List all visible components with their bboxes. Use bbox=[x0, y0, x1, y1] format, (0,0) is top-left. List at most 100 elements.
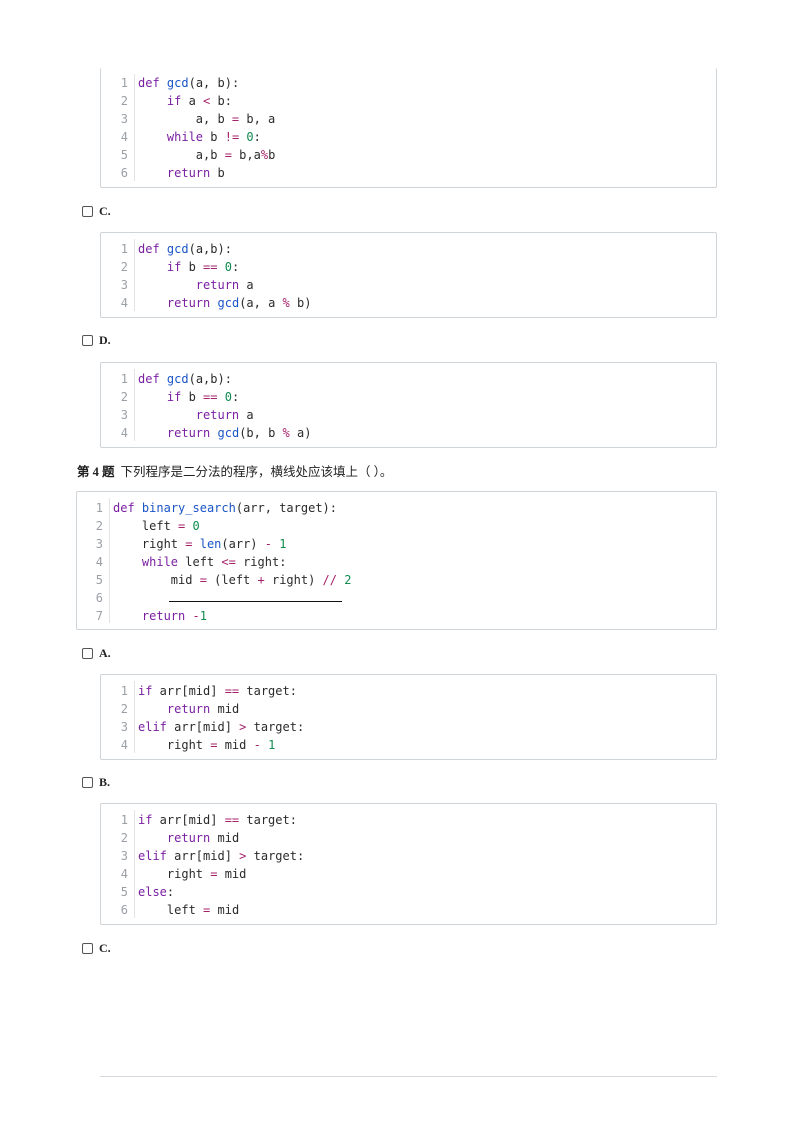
line-number: 2 bbox=[120, 94, 128, 108]
line-number: 5 bbox=[95, 573, 103, 587]
code-text: a, b = b, a bbox=[138, 112, 276, 126]
code-text: if b == 0: bbox=[166, 260, 240, 274]
option-c-gcd[interactable]: C. bbox=[82, 204, 111, 218]
code-line: 3 right = len(arr) - 1 bbox=[77, 535, 716, 553]
code-line: 1 def gcd(a, b): bbox=[101, 74, 716, 92]
page-footer-rule bbox=[100, 1076, 717, 1077]
line-number: 3 bbox=[95, 537, 103, 551]
line-number: 3 bbox=[120, 720, 128, 734]
code-text: return b bbox=[166, 166, 225, 180]
code-line: 2 left = 0 bbox=[77, 517, 716, 535]
code-text: def gcd(a,b): bbox=[138, 242, 232, 256]
line-number: 6 bbox=[95, 591, 103, 605]
option-label: C. bbox=[99, 203, 111, 218]
option-checkbox[interactable] bbox=[82, 334, 93, 346]
code-text: else: bbox=[138, 885, 175, 899]
code-text: return gcd(a, a % b) bbox=[166, 296, 312, 310]
question-text: 下列程序是二分法的程序，横线处应该填上（ ）。 bbox=[120, 465, 393, 479]
code-line: 5 else: bbox=[101, 883, 716, 901]
line-number: 3 bbox=[120, 408, 128, 422]
line-number: 6 bbox=[120, 903, 128, 917]
line-number: 4 bbox=[120, 738, 128, 752]
line-number: 1 bbox=[120, 76, 128, 90]
code-text: return a bbox=[195, 408, 254, 422]
option-label: B. bbox=[99, 774, 111, 789]
code-line: 1 if arr[mid] == target: bbox=[101, 811, 716, 829]
code-line: 2 return mid bbox=[101, 700, 716, 718]
line-number: 4 bbox=[120, 130, 128, 144]
code-line: 2 if a < b: bbox=[101, 92, 716, 110]
option-checkbox[interactable] bbox=[82, 647, 93, 659]
code-text: right = len(arr) - 1 bbox=[113, 537, 287, 551]
code-line: 1 def binary_search(arr, target): bbox=[77, 499, 716, 517]
option-a-binary-search[interactable]: A. bbox=[82, 646, 111, 660]
code-line: 4 right = mid bbox=[101, 865, 716, 883]
code-text: return a bbox=[195, 278, 254, 292]
code-block-option-c-gcd: 1 def gcd(a,b): 2 if b == 0: 3 return a4 re… bbox=[100, 232, 717, 318]
code-block-option-b-gcd: 1 def gcd(a, b): 2 if a < b: 3 a, b = b, a4… bbox=[100, 68, 717, 188]
option-c-binary-search[interactable]: C. bbox=[82, 941, 111, 955]
line-number: 2 bbox=[120, 390, 128, 404]
code-text: while b != 0: bbox=[166, 130, 261, 144]
line-number: 2 bbox=[120, 260, 128, 274]
code-line: 1 if arr[mid] == target: bbox=[101, 682, 716, 700]
option-b-binary-search[interactable]: B. bbox=[82, 775, 110, 789]
code-line: 2 return mid bbox=[101, 829, 716, 847]
code-line: 3 a, b = b, a bbox=[101, 110, 716, 128]
option-label: D. bbox=[99, 332, 111, 347]
code-line: 4 return gcd(a, a % b) bbox=[101, 294, 716, 312]
option-checkbox[interactable] bbox=[82, 776, 93, 788]
option-label: C. bbox=[99, 940, 111, 955]
code-text: mid = (left + right) // 2 bbox=[113, 573, 352, 587]
option-label: A. bbox=[99, 645, 111, 660]
code-block-question-4: 1 def binary_search(arr, target): 2 left =… bbox=[76, 491, 717, 630]
line-number: 2 bbox=[120, 831, 128, 845]
code-text: if arr[mid] == target: bbox=[138, 684, 297, 698]
code-text: left = mid bbox=[138, 903, 240, 917]
code-text: def gcd(a,b): bbox=[138, 372, 232, 386]
line-number: 1 bbox=[120, 242, 128, 256]
code-text: return mid bbox=[166, 831, 240, 845]
code-text: def binary_search(arr, target): bbox=[113, 501, 337, 515]
code-text: elif arr[mid] > target: bbox=[138, 849, 305, 863]
line-number: 4 bbox=[120, 426, 128, 440]
code-text: return -1 bbox=[141, 609, 207, 623]
code-text: return mid bbox=[166, 702, 240, 716]
option-d-gcd[interactable]: D. bbox=[82, 333, 111, 347]
code-line: 5 a,b = b,a%b bbox=[101, 146, 716, 164]
code-text: left = 0 bbox=[113, 519, 200, 533]
code-text: return gcd(b, b % a) bbox=[166, 426, 312, 440]
option-checkbox[interactable] bbox=[82, 205, 93, 217]
code-line: 5 mid = (left + right) // 2 bbox=[77, 571, 716, 589]
code-text: while left <= right: bbox=[141, 555, 287, 569]
code-line: 6 left = mid bbox=[101, 901, 716, 919]
code-line: 1 def gcd(a,b): bbox=[101, 370, 716, 388]
code-line: 2 if b == 0: bbox=[101, 388, 716, 406]
code-block-option-b-binary-search: 1 if arr[mid] == target: 2 return mid 3 elif… bbox=[100, 803, 717, 925]
code-text: def gcd(a, b): bbox=[138, 76, 240, 90]
option-checkbox[interactable] bbox=[82, 942, 93, 954]
code-text: if a < b: bbox=[166, 94, 232, 108]
code-line: 4 while b != 0: bbox=[101, 128, 716, 146]
code-text: a,b = b,a%b bbox=[138, 148, 276, 162]
code-line: 3 elif arr[mid] > target: bbox=[101, 718, 716, 736]
line-number: 2 bbox=[95, 519, 103, 533]
line-number: 2 bbox=[120, 702, 128, 716]
line-number: 7 bbox=[95, 609, 103, 623]
question-number: 第 4 题 bbox=[77, 465, 115, 479]
code-line: 4 right = mid - 1 bbox=[101, 736, 716, 754]
line-number: 1 bbox=[120, 684, 128, 698]
code-text: if b == 0: bbox=[166, 390, 240, 404]
line-number: 1 bbox=[95, 501, 103, 515]
code-line: 4 while left <= right: bbox=[77, 553, 716, 571]
line-number: 3 bbox=[120, 112, 128, 126]
code-block-option-d-gcd: 1 def gcd(a,b): 2 if b == 0: 3 return a4 re… bbox=[100, 362, 717, 448]
code-text: right = mid - 1 bbox=[138, 738, 276, 752]
code-text: if arr[mid] == target: bbox=[138, 813, 297, 827]
code-line: 6 bbox=[77, 589, 716, 607]
line-number: 5 bbox=[120, 885, 128, 899]
line-number: 4 bbox=[120, 296, 128, 310]
code-line: 6 return b bbox=[101, 164, 716, 182]
code-line: 7 return -1 bbox=[77, 607, 716, 625]
line-number: 4 bbox=[120, 867, 128, 881]
